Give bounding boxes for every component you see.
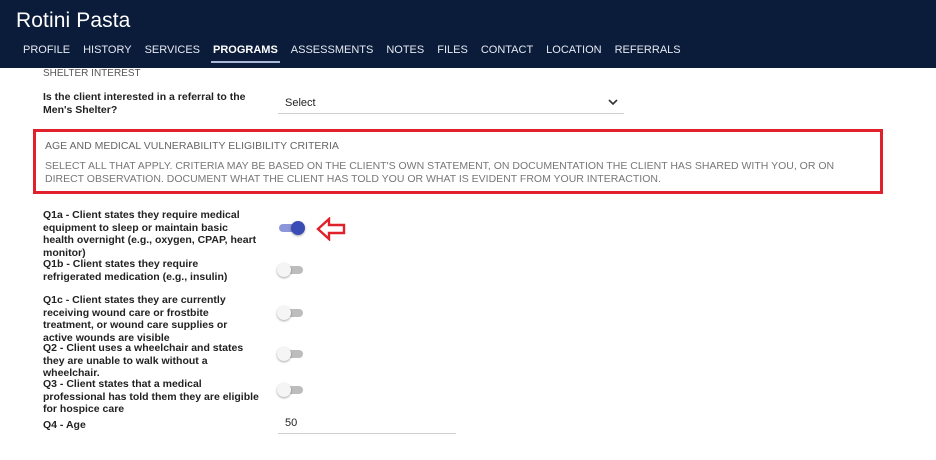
section-heading-shelter: SHELTER INTEREST bbox=[43, 68, 141, 79]
tab-profile[interactable]: PROFILE bbox=[0, 43, 77, 68]
tab-referrals[interactable]: REFERRALS bbox=[608, 43, 687, 68]
client-name-title: Rotini Pasta bbox=[16, 9, 131, 32]
toggle-q1b[interactable] bbox=[277, 262, 305, 278]
tab-notes[interactable]: NOTES bbox=[380, 43, 431, 68]
question-q4-label: Q4 - Age bbox=[43, 419, 86, 431]
toggle-q2[interactable] bbox=[277, 346, 305, 362]
question-q1b-label: Q1b - Client states they require refrige… bbox=[43, 258, 228, 283]
tab-location[interactable]: LOCATION bbox=[540, 43, 608, 68]
toggle-q3[interactable] bbox=[277, 382, 305, 398]
tab-bar: PROFILE HISTORY SERVICES PROGRAMS ASSESS… bbox=[0, 43, 687, 68]
app-header: Rotini Pasta PROFILE HISTORY SERVICES PR… bbox=[0, 0, 936, 68]
select-value: Select bbox=[285, 97, 316, 109]
tab-programs[interactable]: PROGRAMS bbox=[207, 43, 285, 68]
toggle-q1c[interactable] bbox=[277, 305, 305, 321]
question-q1a-label: Q1a - Client states they require medical… bbox=[43, 209, 257, 259]
chevron-down-icon bbox=[608, 99, 618, 106]
tab-services[interactable]: SERVICES bbox=[138, 43, 206, 68]
criteria-title: AGE AND MEDICAL VULNERABILITY ELIGIBILIT… bbox=[45, 140, 339, 152]
shelter-referral-select[interactable]: Select bbox=[278, 92, 624, 114]
shelter-question-label: Is the client interested in a referral t… bbox=[43, 91, 246, 116]
question-q1c-label: Q1c - Client states they are currently r… bbox=[43, 294, 228, 344]
age-input[interactable]: 50 bbox=[278, 412, 456, 434]
question-q3-label: Q3 - Client states that a medical profes… bbox=[43, 378, 259, 415]
program-form: SHELTER INTEREST Is the client intereste… bbox=[0, 68, 936, 460]
question-q2-label: Q2 - Client uses a wheelchair and states… bbox=[43, 342, 244, 379]
tab-history[interactable]: HISTORY bbox=[77, 43, 139, 68]
toggle-q1a[interactable] bbox=[277, 220, 305, 236]
criteria-description: SELECT ALL THAT APPLY. CRITERIA MAY BE B… bbox=[45, 160, 835, 185]
eligibility-criteria-box: AGE AND MEDICAL VULNERABILITY ELIGIBILIT… bbox=[33, 129, 883, 194]
age-value: 50 bbox=[285, 417, 298, 429]
tab-assessments[interactable]: ASSESSMENTS bbox=[284, 43, 380, 68]
tab-files[interactable]: FILES bbox=[431, 43, 475, 68]
tab-contact[interactable]: CONTACT bbox=[474, 43, 539, 68]
arrow-left-icon bbox=[316, 217, 346, 241]
